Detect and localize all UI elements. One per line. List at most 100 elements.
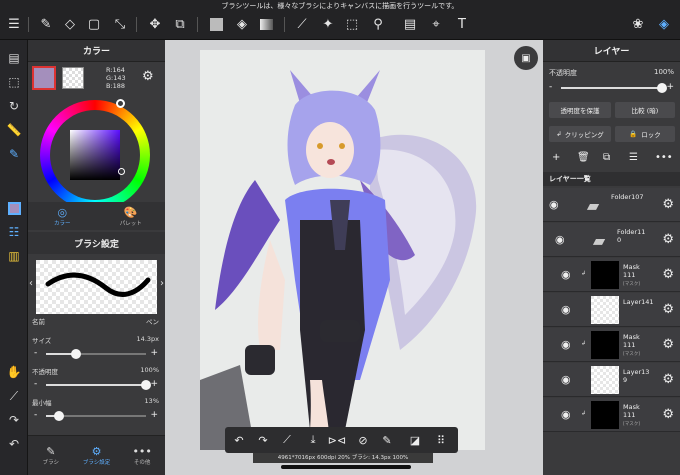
opacity-slider[interactable]: - + <box>32 379 160 391</box>
brush-icon[interactable]: ✎ <box>36 14 56 34</box>
filter-icon[interactable]: ◪ <box>405 430 425 450</box>
select-pen-icon[interactable]: ▤ <box>400 14 420 34</box>
layer-row[interactable]: ◉ ▰ Folder11 0 ⚙ <box>543 223 680 257</box>
minwidth-slider[interactable]: - + <box>32 410 160 422</box>
edit-icon[interactable]: ✎ <box>377 430 397 450</box>
minus-icon[interactable]: - <box>34 410 37 420</box>
plus-icon[interactable]: + <box>666 82 674 92</box>
redo-icon[interactable]: ↷ <box>4 410 24 430</box>
hand-icon[interactable]: ✋ <box>4 362 24 382</box>
chevron-right-icon[interactable]: › <box>160 278 164 289</box>
lock-button[interactable]: 🔒 ロック <box>615 126 675 142</box>
bucket-icon[interactable]: ◈ <box>232 14 252 34</box>
layer-row[interactable]: ◉ Layer13 9 ⚙ <box>543 363 680 397</box>
hue-cursor[interactable] <box>116 99 125 108</box>
layer-settings-gear-icon[interactable]: ⚙ <box>662 302 674 317</box>
plus-icon[interactable]: + <box>150 348 158 358</box>
document-icon[interactable]: ▤ <box>4 48 24 68</box>
layer-row[interactable]: ◉ Layer141 ⚙ <box>543 293 680 327</box>
layer-row[interactable]: ◉ ↲ Mask 111 [マスク] ⚙ <box>543 328 680 362</box>
clipping-button[interactable]: ↲ クリッピング <box>549 126 611 142</box>
move-icon[interactable]: ✥ <box>145 14 165 34</box>
auto-select-icon[interactable]: ✦ <box>318 14 338 34</box>
main-color-swatch[interactable] <box>32 66 56 90</box>
rect-select-icon[interactable]: ▢ <box>84 14 104 34</box>
eyedropper-icon[interactable]: ⟋ <box>277 430 297 450</box>
stabilizer-icon[interactable]: ✎ <box>4 144 24 164</box>
add-layer-icon[interactable]: + <box>552 152 560 163</box>
layer-settings-gear-icon[interactable]: ⚙ <box>662 337 674 352</box>
eraser-icon[interactable]: ◇ <box>60 14 80 34</box>
size-slider[interactable]: - + <box>32 348 160 360</box>
navigator-button[interactable]: ▣ <box>514 46 538 70</box>
minus-icon[interactable]: - <box>34 379 37 389</box>
layer-settings-gear-icon[interactable]: ⚙ <box>662 232 674 247</box>
visibility-eye-icon[interactable]: ◉ <box>549 198 559 211</box>
text-icon[interactable]: T <box>452 14 472 34</box>
rotate-lock-icon[interactable]: ⊘ <box>353 430 373 450</box>
undo-icon[interactable]: ↶ <box>4 434 24 454</box>
layer-settings-gear-icon[interactable]: ⚙ <box>662 407 674 422</box>
minus-icon[interactable]: - <box>34 348 37 358</box>
visibility-eye-icon[interactable]: ◉ <box>555 233 565 246</box>
redo-icon[interactable]: ↷ <box>253 430 273 450</box>
gradient-icon[interactable] <box>256 14 276 34</box>
tab-brush[interactable]: ✎ ブラシ <box>28 436 74 475</box>
visibility-eye-icon[interactable]: ◉ <box>561 268 571 281</box>
visibility-eye-icon[interactable]: ◉ <box>561 408 571 421</box>
layer-settings-gear-icon[interactable]: ⚙ <box>662 372 674 387</box>
layer-row[interactable]: ◉ ▰ Folder107 ⚙ <box>543 188 680 222</box>
protect-alpha-button[interactable]: 透明度を保護 <box>549 102 611 118</box>
delete-layer-icon[interactable]: 🗑 <box>577 152 590 163</box>
selection-icon[interactable]: ⬚ <box>4 72 24 92</box>
sub-color-swatch[interactable] <box>62 67 84 89</box>
plus-icon[interactable]: + <box>150 379 158 389</box>
tab-palette[interactable]: 🎨 パレット <box>97 202 166 230</box>
ruler-icon[interactable]: 📏 <box>4 120 24 140</box>
tab-other[interactable]: ••• その他 <box>119 436 165 475</box>
frame-icon[interactable]: ⌖ <box>426 14 446 34</box>
visibility-eye-icon[interactable]: ◉ <box>561 303 571 316</box>
duplicate-layer-icon[interactable]: ⧉ <box>603 152 610 163</box>
rotate-icon[interactable]: ↻ <box>4 96 24 116</box>
menu-icon[interactable]: ☰ <box>4 14 24 34</box>
download-icon[interactable]: ⤓ <box>303 430 323 450</box>
eyedropper-icon[interactable]: ⚲ <box>368 14 388 34</box>
visibility-eye-icon[interactable]: ◉ <box>561 373 571 386</box>
saturation-value-square[interactable] <box>70 130 120 180</box>
tab-brush-settings[interactable]: ⚙ ブラシ設定 <box>74 436 120 475</box>
eyedropper-icon[interactable]: ⟋ <box>4 386 24 406</box>
pen-icon[interactable]: ⟋ <box>292 14 312 34</box>
visibility-eye-icon[interactable]: ◉ <box>561 338 571 351</box>
canvas-area[interactable]: ▣ ↶ ↷ ⟋ ⤓ ⊳⊲ ⊘ ✎ ◪ ⠿ 4961*7016px 600dpi … <box>165 40 543 475</box>
hue-ring[interactable] <box>40 99 150 210</box>
color-picker-cursor[interactable] <box>118 168 125 175</box>
layer-list-icon[interactable]: ☰ <box>629 152 638 163</box>
minus-icon[interactable]: - <box>549 82 552 92</box>
layer-opacity-slider[interactable]: - + <box>547 82 676 94</box>
chevron-left-icon[interactable]: ‹ <box>29 278 33 289</box>
home-indicator[interactable] <box>281 465 411 469</box>
brush-list-icon[interactable]: ☷ <box>4 222 24 242</box>
plus-icon[interactable]: + <box>150 410 158 420</box>
palette-stack-icon[interactable]: ▥ <box>4 246 24 266</box>
grip-icon[interactable]: ⠿ <box>431 430 451 450</box>
layer-settings-gear-icon[interactable]: ⚙ <box>662 197 674 212</box>
more-options-icon[interactable]: ••• <box>655 152 673 163</box>
layer-settings-gear-icon[interactable]: ⚙ <box>662 267 674 282</box>
transform-icon[interactable]: ⧉ <box>170 14 190 34</box>
materials-icon[interactable]: ❀ <box>628 14 648 34</box>
undo-icon[interactable]: ↶ <box>229 430 249 450</box>
color-settings-gear-icon[interactable]: ⚙ <box>142 69 154 84</box>
fill-color-icon[interactable] <box>206 14 226 34</box>
tab-color[interactable]: ◎ カラー <box>28 202 97 230</box>
magic-wand-icon[interactable]: ⤡ <box>110 14 130 34</box>
layer-row[interactable]: ◉ ↲ Mask 111 [マスク] ⚙ <box>543 398 680 432</box>
artwork-canvas[interactable] <box>200 50 485 450</box>
layer-row[interactable]: ◉ ↲ Mask 111 [マスク] ⚙ <box>543 258 680 292</box>
lasso-icon[interactable]: ⬚ <box>342 14 362 34</box>
flip-icon[interactable]: ⊳⊲ <box>327 430 347 450</box>
color-toggle-icon[interactable] <box>4 198 24 218</box>
blend-mode-button[interactable]: 比較 (暗) <box>615 102 675 118</box>
layers-icon[interactable]: ◈ <box>654 14 674 34</box>
